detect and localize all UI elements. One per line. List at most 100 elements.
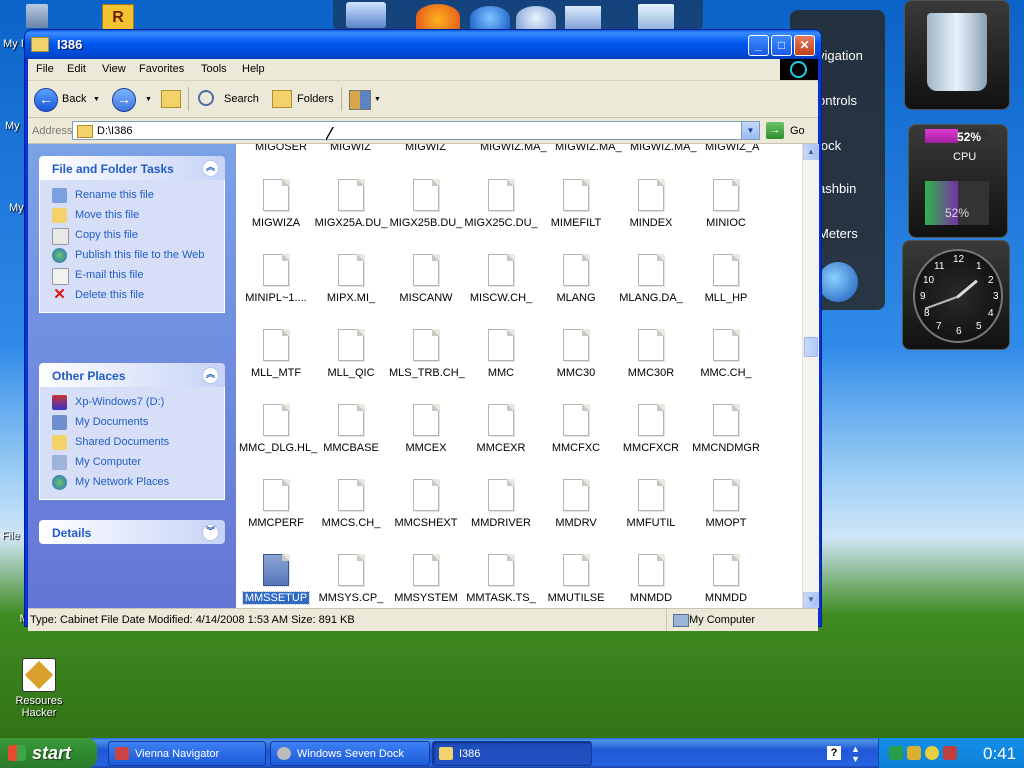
file-item[interactable]: MMC_DLG.HL_ — [239, 404, 317, 454]
desktop-label-file[interactable]: File — [2, 530, 20, 542]
file-item[interactable]: MMC30 — [539, 329, 613, 379]
task-move[interactable]: Move this file — [40, 206, 224, 226]
file-item[interactable]: MMC30R — [614, 329, 688, 379]
file-item[interactable]: MIMEFILT — [539, 179, 613, 229]
start-button[interactable]: start — [0, 738, 97, 768]
file-item[interactable]: MLS_TRB.CH_ — [389, 329, 465, 379]
desktop-icon-resource-hacker[interactable]: Resoures Hacker — [4, 658, 74, 719]
views-dropdown-icon[interactable]: ▼ — [374, 96, 381, 103]
place-network[interactable]: My Network Places — [40, 473, 224, 493]
taskbar-item-windows-seven-dock[interactable]: Windows Seven Dock — [270, 741, 430, 766]
place-shared-documents[interactable]: Shared Documents — [40, 433, 224, 453]
dock-icon-ie[interactable] — [470, 6, 510, 30]
expand-chevron-icon[interactable]: ︾ — [202, 524, 219, 541]
file-item[interactable]: MMOPT — [689, 479, 763, 529]
menu-tools[interactable]: Tools — [201, 63, 227, 75]
file-item[interactable]: MMTASK.TS_ — [464, 554, 538, 604]
file-item[interactable]: MNMDD — [614, 554, 688, 604]
other-places-header[interactable]: Other Places ︽ — [39, 363, 225, 387]
dock-item-controls[interactable]: ontrols — [818, 93, 857, 108]
place-my-documents[interactable]: My Documents — [40, 413, 224, 433]
address-input[interactable]: D:\I386 ▼ — [72, 121, 760, 140]
file-item[interactable]: MIGWIZA — [239, 179, 313, 229]
go-button-label[interactable]: Go — [790, 125, 805, 137]
dock-item-clock[interactable]: lock — [818, 138, 841, 153]
file-item[interactable]: MMDRIVER — [464, 479, 538, 529]
task-email[interactable]: E-mail this file — [40, 266, 224, 286]
folders-icon[interactable] — [272, 90, 292, 108]
file-item[interactable]: MINIOC — [689, 179, 763, 229]
tray-icon-2[interactable] — [907, 746, 921, 760]
file-name-partial[interactable]: MIGWIZ.MA_ — [555, 144, 622, 153]
tray-expand-icon[interactable]: ▲ ▼ — [851, 744, 860, 764]
menu-view[interactable]: View — [102, 63, 126, 75]
tray-icon-1[interactable] — [889, 746, 903, 760]
file-item[interactable]: MMCSHEXT — [389, 479, 463, 529]
dock-icon-bin[interactable] — [638, 4, 674, 30]
file-item[interactable]: MIGX25C.DU_ — [464, 179, 538, 229]
desktop-icon-r[interactable]: R — [102, 4, 134, 32]
back-dropdown-icon[interactable]: ▼ — [93, 96, 100, 103]
close-button[interactable]: ✕ — [794, 35, 815, 56]
scroll-down-icon[interactable]: ▼ — [803, 592, 819, 608]
search-icon[interactable] — [198, 90, 214, 106]
maximize-button[interactable]: □ — [771, 35, 792, 56]
back-arrow-icon[interactable]: ← — [34, 88, 58, 112]
file-item[interactable]: MMFUTIL — [614, 479, 688, 529]
file-item[interactable]: MMCEXR — [464, 404, 538, 454]
file-item[interactable]: MMCFXC — [539, 404, 613, 454]
scroll-up-icon[interactable]: ▲ — [803, 144, 819, 160]
tray-icon-3[interactable] — [925, 746, 939, 760]
file-item[interactable]: MINIPL~1.... — [239, 254, 313, 304]
dock-item-navigation[interactable]: vigation — [818, 48, 863, 63]
file-item[interactable]: MLANG — [539, 254, 613, 304]
windows-orb-icon[interactable] — [818, 262, 858, 302]
details-header[interactable]: Details ︾ — [39, 520, 225, 544]
file-item[interactable]: MLL_QIC — [314, 329, 388, 379]
desktop-label-my-1[interactable]: My I — [3, 38, 24, 50]
menu-help[interactable]: Help — [242, 63, 265, 75]
file-item[interactable]: MINDEX — [614, 179, 688, 229]
file-item[interactable]: MMC — [464, 329, 538, 379]
tray-icon-4[interactable] — [943, 746, 957, 760]
collapse-chevron-icon[interactable]: ︽ — [202, 367, 219, 384]
place-my-computer[interactable]: My Computer — [40, 453, 224, 473]
file-item[interactable]: MMSSETUP — [239, 554, 313, 605]
address-dropdown-icon[interactable]: ▼ — [741, 122, 759, 139]
file-item[interactable]: MLL_MTF — [239, 329, 313, 379]
file-item[interactable]: MMDRV — [539, 479, 613, 529]
taskbar-item-i386[interactable]: I386 — [432, 741, 592, 766]
taskbar-clock[interactable]: 0:41 — [983, 744, 1016, 764]
menu-favorites[interactable]: Favorites — [139, 63, 184, 75]
file-item[interactable]: MMCBASE — [314, 404, 388, 454]
desktop-label-my-3[interactable]: My — [9, 202, 24, 214]
file-item[interactable]: MNMDD — [689, 554, 763, 604]
search-button-label[interactable]: Search — [224, 93, 259, 105]
dock-item-meters[interactable]: Meters — [818, 226, 858, 241]
file-item[interactable]: MMCNDMGR — [689, 404, 763, 454]
minimize-button[interactable]: _ — [748, 35, 769, 56]
up-folder-icon[interactable] — [161, 90, 181, 108]
vertical-scrollbar[interactable]: ▲ ▼ — [802, 144, 819, 608]
dock-icon-1[interactable] — [346, 2, 386, 28]
task-publish[interactable]: Publish this file to the Web — [40, 246, 224, 266]
file-item[interactable]: MIPX.MI_ — [314, 254, 388, 304]
title-bar[interactable]: I386 _ □ ✕ — [25, 30, 821, 59]
place-drive-d[interactable]: Xp-Windows7 (D:) — [40, 393, 224, 413]
file-item[interactable]: MMCPERF — [239, 479, 313, 529]
file-item[interactable]: MLL_HP — [689, 254, 763, 304]
file-name-partial[interactable]: MIGWIZ — [405, 144, 446, 153]
forward-dropdown-icon[interactable]: ▼ — [145, 96, 152, 103]
scroll-thumb[interactable] — [804, 337, 818, 357]
task-copy[interactable]: Copy this file — [40, 226, 224, 246]
file-item[interactable]: MMUTILSE — [539, 554, 613, 604]
task-rename[interactable]: Rename this file — [40, 186, 224, 206]
file-name-partial[interactable]: MIGWIZ.MA_ — [480, 144, 547, 153]
file-item[interactable]: MMCS.CH_ — [314, 479, 388, 529]
file-item[interactable]: MMC.CH_ — [689, 329, 763, 379]
file-item[interactable]: MLANG.DA_ — [614, 254, 688, 304]
file-name-partial[interactable]: MIGWIZ — [330, 144, 371, 153]
file-name-partial[interactable]: MIGWIZ_A — [705, 144, 759, 153]
dock-icon-grid[interactable] — [565, 6, 601, 30]
file-item[interactable]: MMSYSTEM — [389, 554, 463, 604]
